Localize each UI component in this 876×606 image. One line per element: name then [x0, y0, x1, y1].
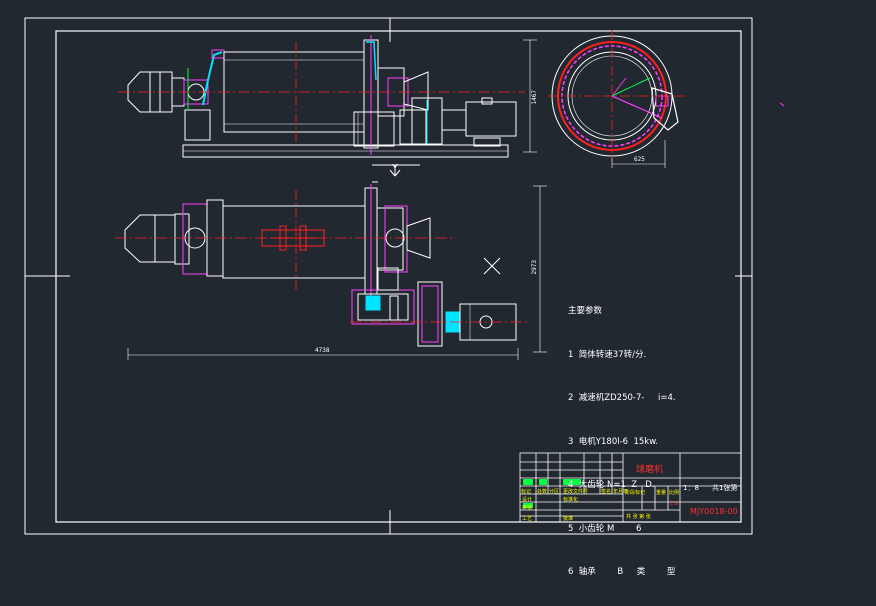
ring-width-dimension: 625	[634, 156, 645, 163]
cad-drawing-canvas	[24, 17, 785, 535]
tb-stage-label: 重量	[656, 490, 667, 496]
spec-heading: 主要参数	[568, 306, 603, 316]
tb-stage-label: 比例	[669, 490, 680, 496]
tb-row-label: 处数	[537, 489, 548, 495]
drawing-title: 球磨机	[636, 465, 664, 475]
tb-footer: 共 张 第 张	[626, 514, 651, 520]
sheet-note: 共1张第	[712, 484, 738, 492]
view-direction-label: Y	[392, 163, 399, 174]
gear-ring-view	[548, 30, 785, 168]
front-view	[118, 35, 537, 158]
plan-height-dimension: 2973	[531, 260, 538, 275]
plan-length-dimension: 4738	[315, 347, 330, 354]
tb-row-label: 签名	[601, 489, 612, 495]
tb-designer: 设计	[522, 497, 533, 503]
spec-list: 主要参数 1 简体转速37转/分. 2 减速机ZD250-7- i=4. 3 电…	[568, 275, 676, 594]
spec-item: 6 轴承 B 类 型	[568, 567, 676, 577]
scale-label: 1：8	[683, 484, 699, 492]
spec-item: 5 小齿轮 M 6	[568, 523, 642, 534]
plan-view	[115, 184, 547, 360]
tb-process: 工艺	[522, 516, 533, 522]
tb-row-label: 标记	[521, 489, 532, 495]
tb-row-label: 分区	[549, 489, 560, 495]
front-height-dimension: 1467	[531, 90, 538, 105]
spec-item: 2 减速机ZD250-7- i=4.	[568, 393, 676, 403]
spec-item: 1 简体转速37转/分.	[568, 349, 647, 360]
spec-item: 3 电机Y180l-6 15kw.	[568, 436, 659, 447]
tb-stage-value: 1:8	[670, 501, 679, 507]
tb-stage-label: 阶段标记	[625, 490, 646, 496]
tb-checker: 审核	[522, 505, 533, 511]
tb-row-label: 更改文件号	[563, 489, 589, 495]
tb-standard: 标准化	[563, 497, 579, 503]
drawing-number: MJY0018-00	[690, 507, 738, 516]
tb-approve: 批准	[563, 516, 574, 522]
